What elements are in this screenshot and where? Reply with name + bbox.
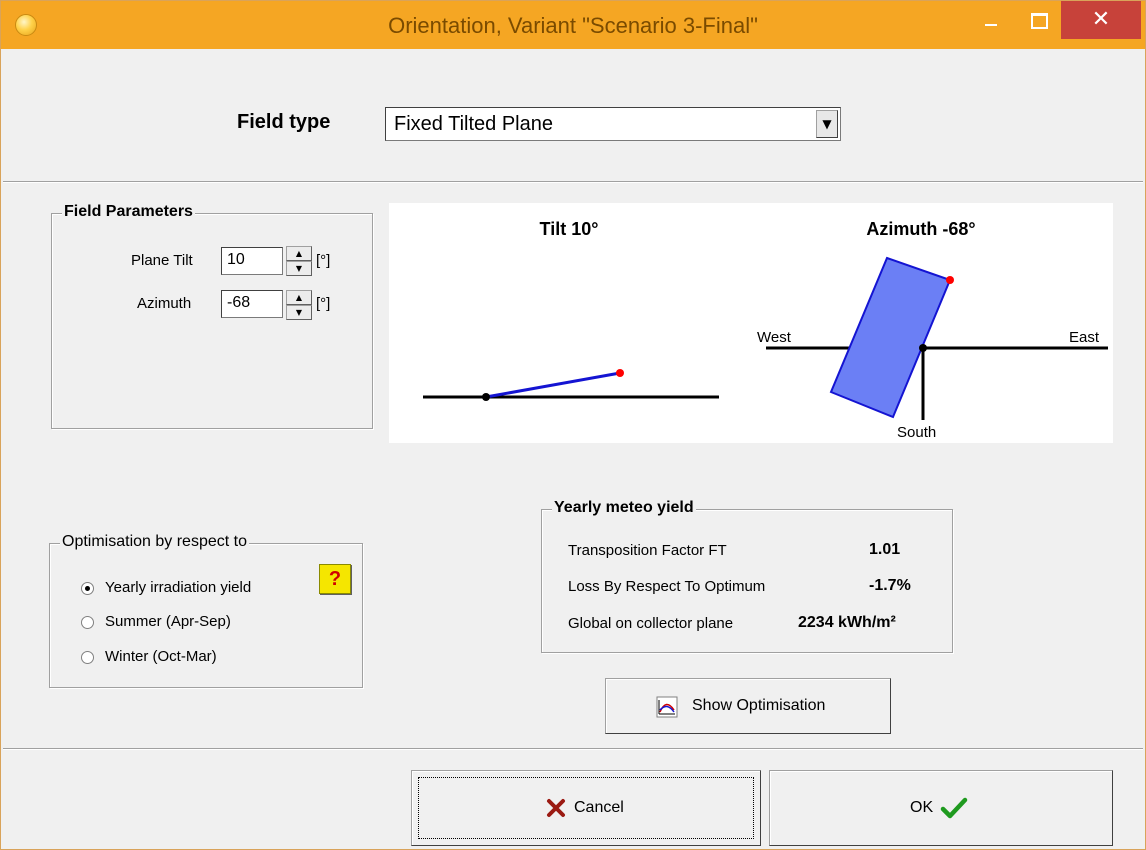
plane-tilt-unit: [°] [316, 252, 331, 269]
plane-tilt-spinner[interactable]: ▲ ▼ [286, 246, 312, 276]
yearly-meteo-yield-title: Yearly meteo yield [552, 499, 696, 517]
east-label: East [1069, 329, 1100, 346]
radio-label: Yearly irradiation yield [105, 579, 252, 596]
field-type-select[interactable]: Fixed Tilted Plane ▼ [385, 107, 841, 141]
ok-button[interactable]: OK [769, 770, 1113, 846]
cancel-x-icon [547, 799, 565, 817]
azimuth-pivot-point [919, 344, 927, 352]
title-bar[interactable]: Orientation, Variant "Scenario 3-Final" … [1, 1, 1145, 49]
ok-label: OK [910, 799, 934, 816]
radio-button[interactable] [81, 651, 94, 664]
field-type-value: Fixed Tilted Plane [394, 113, 553, 135]
radio-button[interactable] [81, 582, 94, 595]
azimuth-spinner[interactable]: ▲ ▼ [286, 290, 312, 320]
spin-down-icon[interactable]: ▼ [286, 261, 312, 276]
cancel-button[interactable]: Cancel [411, 770, 761, 846]
transposition-factor-value: 1.01 [869, 541, 901, 558]
radio-label: Summer (Apr-Sep) [105, 613, 231, 630]
spin-down-icon[interactable]: ▼ [286, 305, 312, 320]
tilt-plane-line [485, 371, 621, 399]
close-button[interactable]: ✕ [1061, 1, 1141, 39]
loss-optimum-value: -1.7% [869, 577, 911, 594]
azimuth-input[interactable]: -68 [221, 290, 283, 318]
help-button[interactable]: ? [319, 564, 351, 594]
show-optimisation-button[interactable]: Show Optimisation [605, 678, 891, 734]
radio-label: Winter (Oct-Mar) [105, 648, 217, 665]
tilt-pivot-point [482, 393, 490, 401]
global-collector-value: 2234 kWh/m² [798, 614, 896, 631]
question-mark-icon: ? [328, 568, 342, 590]
spin-up-icon[interactable]: ▲ [286, 246, 312, 261]
azimuth-unit: [°] [316, 295, 331, 312]
cancel-label: Cancel [574, 799, 624, 816]
azimuth-corner-marker [946, 276, 954, 284]
separator-top [3, 181, 1143, 183]
dropdown-arrow-icon[interactable]: ▼ [816, 110, 838, 138]
separator-bottom [3, 748, 1143, 750]
orientation-svg: Tilt 10° Azimuth -68° West East South [423, 219, 1108, 441]
minimize-button[interactable] [973, 5, 1011, 35]
plane-tilt-input[interactable]: 10 [221, 247, 283, 275]
transposition-factor-label: Transposition Factor FT [568, 542, 727, 559]
close-icon: ✕ [1091, 7, 1111, 32]
chart-icon [656, 696, 678, 718]
azimuth-title: Azimuth -68° [866, 219, 975, 239]
azimuth-label: Azimuth [137, 295, 192, 312]
loss-optimum-label: Loss By Respect To Optimum [568, 578, 766, 595]
plane-tilt-label: Plane Tilt [131, 252, 193, 269]
radio-button[interactable] [81, 616, 94, 629]
show-optimisation-label: Show Optimisation [692, 697, 826, 714]
orientation-dialog: Orientation, Variant "Scenario 3-Final" … [0, 0, 1146, 850]
south-label: South [897, 424, 936, 441]
azimuth-plane-shape [829, 256, 952, 419]
optimisation-title: Optimisation by respect to [60, 533, 249, 551]
maximize-button[interactable] [1019, 5, 1057, 35]
field-parameters-group: Field Parameters [51, 203, 373, 429]
spin-up-icon[interactable]: ▲ [286, 290, 312, 305]
checkmark-icon [940, 797, 968, 819]
orientation-diagram: Tilt 10° Azimuth -68° West East South [389, 203, 1113, 443]
field-type-label: Field type [237, 111, 331, 133]
tilt-title: Tilt 10° [540, 219, 599, 239]
west-label: West [757, 329, 792, 346]
field-parameters-title: Field Parameters [62, 203, 195, 221]
tilt-end-marker [616, 369, 624, 377]
global-collector-label: Global on collector plane [568, 615, 734, 632]
